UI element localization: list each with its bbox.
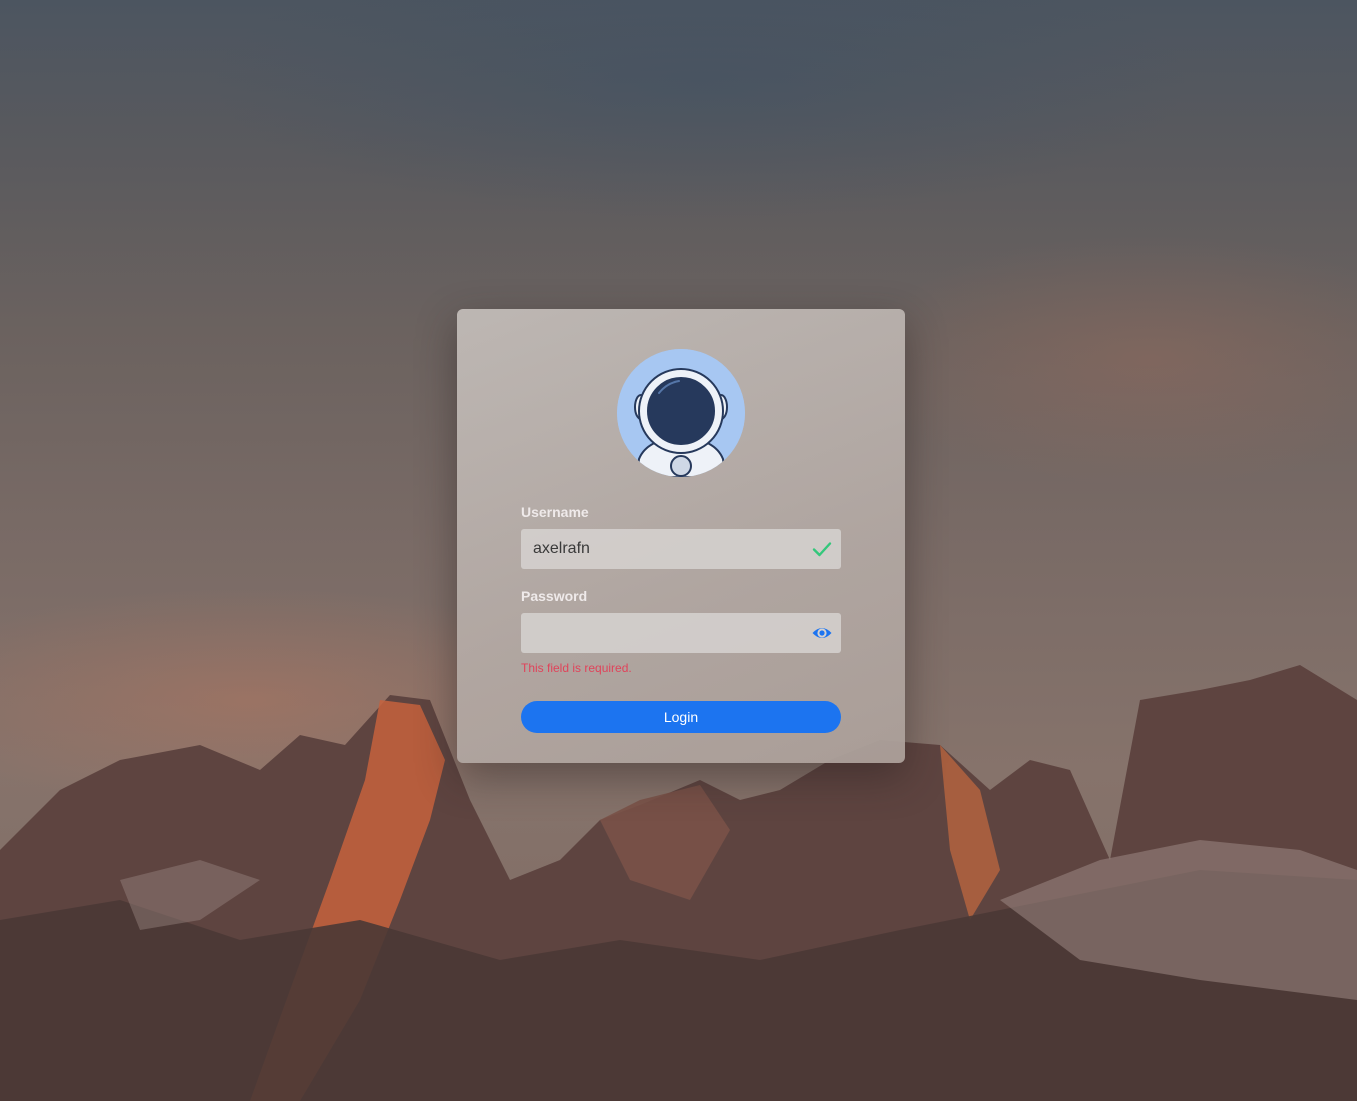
login-page: Username Password This field is required… [0, 0, 1357, 1101]
password-label: Password [521, 588, 588, 604]
password-error-message: This field is required. [521, 661, 632, 675]
login-card: Username Password This field is required… [457, 309, 905, 763]
username-field [521, 529, 841, 569]
checkmark-icon [812, 542, 832, 557]
eye-icon[interactable] [811, 623, 833, 643]
login-button[interactable]: Login [521, 701, 841, 733]
password-input[interactable] [521, 613, 841, 653]
username-label: Username [521, 504, 589, 520]
astronaut-avatar-icon [617, 349, 745, 477]
login-form: Username Password This field is required… [521, 503, 841, 733]
username-input[interactable] [521, 529, 841, 569]
password-field [521, 613, 841, 653]
